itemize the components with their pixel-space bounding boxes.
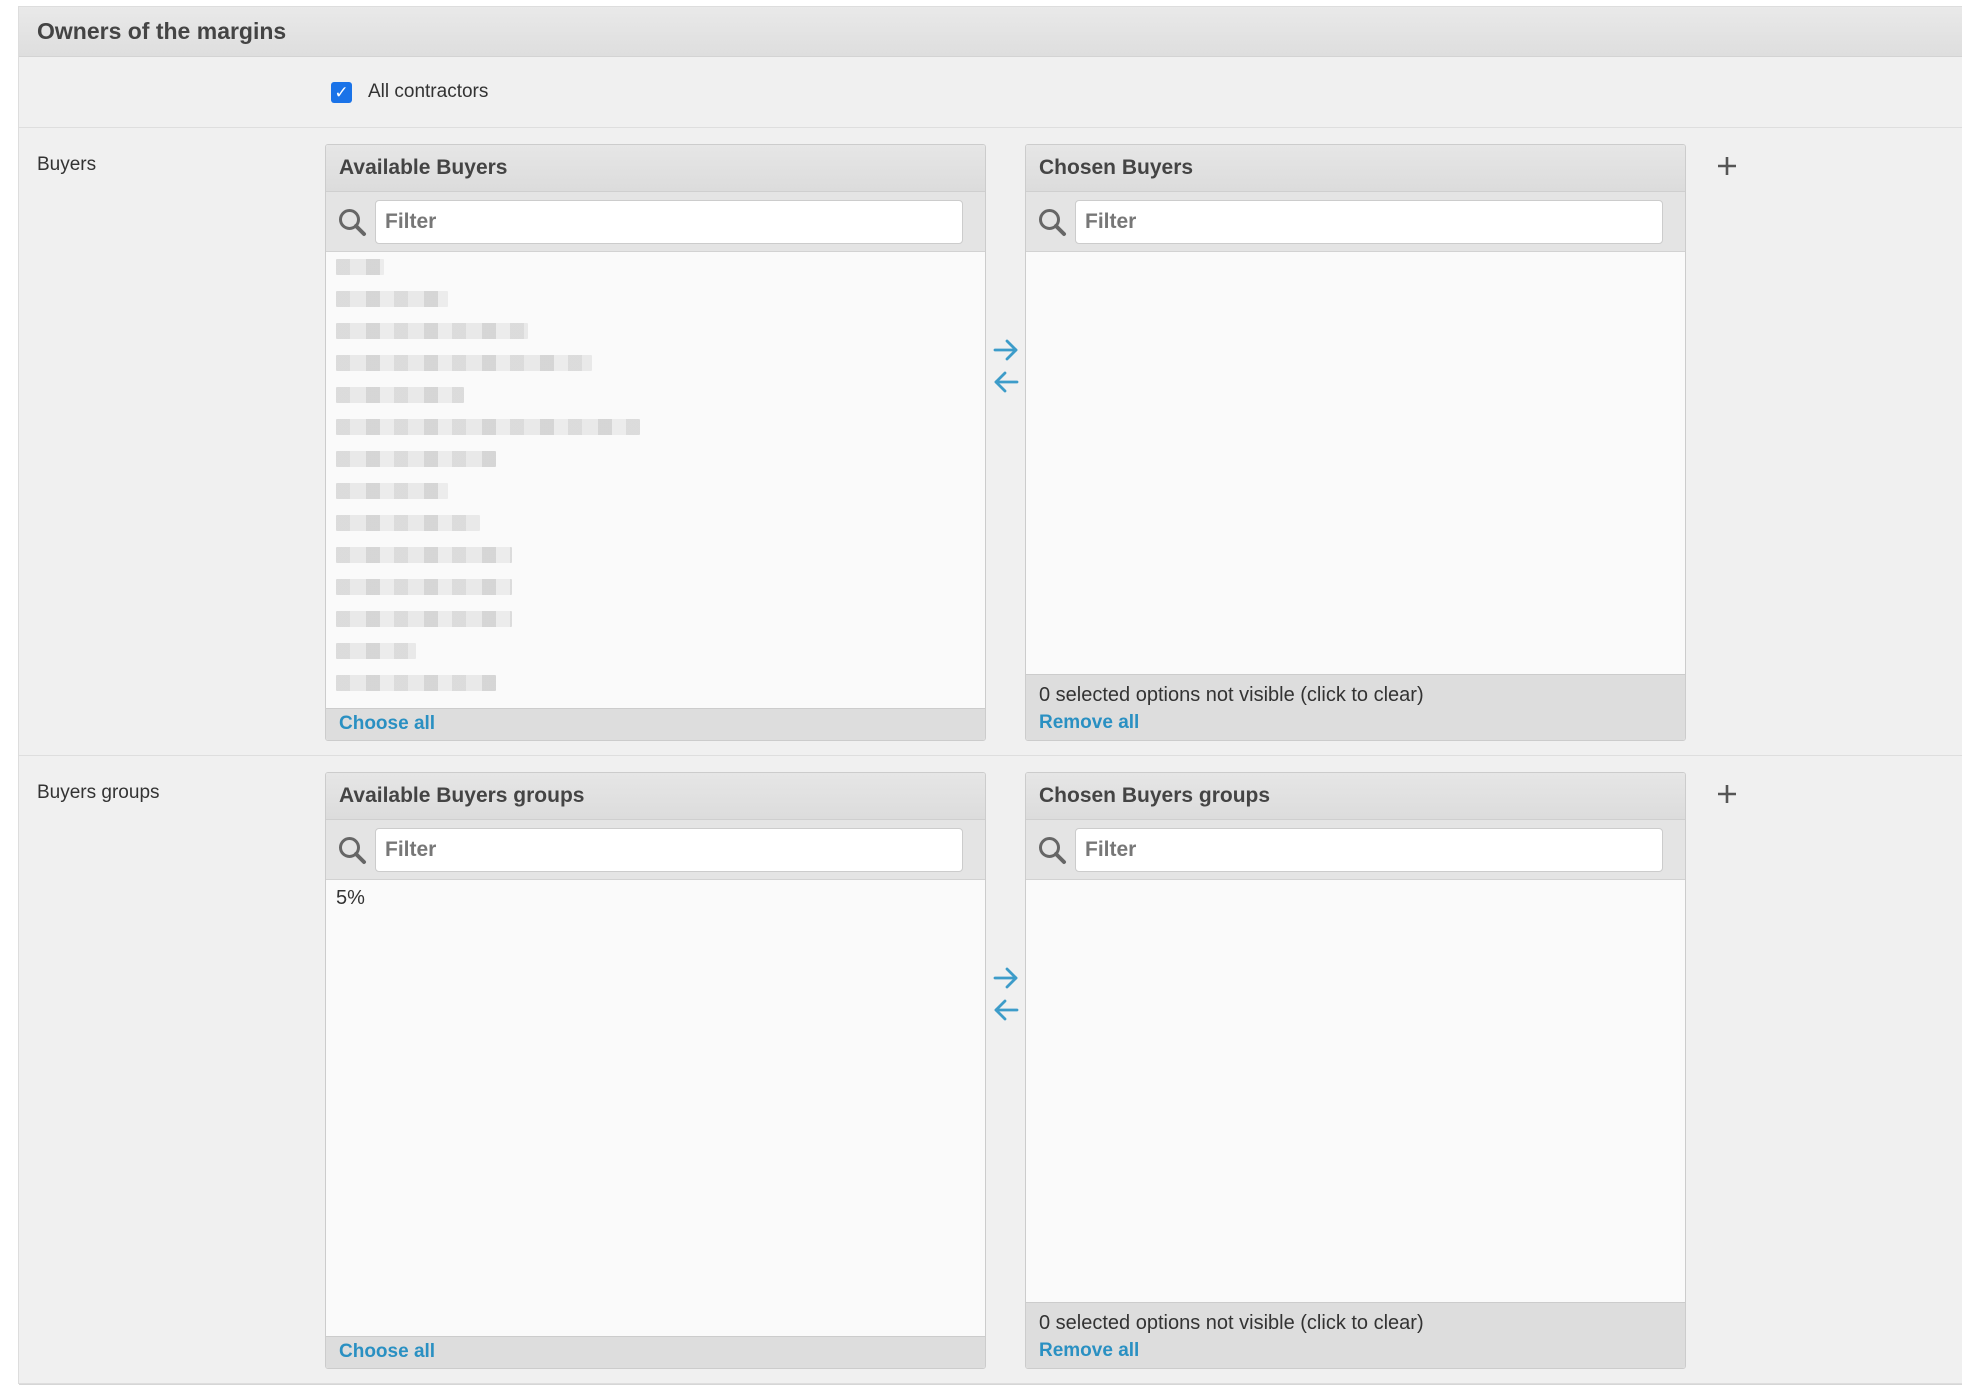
list-item[interactable] [336, 291, 448, 307]
available-buyers-groups-list[interactable]: 5% [326, 881, 985, 1335]
list-item[interactable] [336, 611, 512, 627]
buyers-groups-row: Buyers groups Available Buyers groups 5%… [19, 756, 1962, 1385]
search-icon [339, 209, 366, 236]
available-buyers-list[interactable] [326, 253, 985, 707]
hidden-selected-note[interactable]: 0 selected options not visible (click to… [1039, 682, 1685, 708]
available-buyers-groups-title: Available Buyers groups [326, 773, 985, 820]
contractors-row: ✓ All contractors [19, 58, 1962, 128]
list-item[interactable] [336, 675, 496, 691]
choose-all-buyers-groups-link[interactable]: Choose all [339, 1337, 435, 1367]
buyers-row: Buyers Available Buyers Filter Choose al… [19, 128, 1962, 756]
owners-of-margins-panel: Owners of the margins ✓ All contractors … [18, 6, 1962, 1385]
buyers-groups-move-controls [993, 966, 1019, 1030]
available-buyers-groups-filter-input[interactable] [375, 828, 963, 872]
list-item[interactable] [336, 579, 512, 595]
list-item[interactable]: 5% [326, 881, 985, 916]
chosen-buyers-groups-list[interactable] [1026, 881, 1685, 1303]
list-item[interactable] [336, 515, 480, 531]
available-buyers-groups-footer: Choose all [326, 1336, 985, 1368]
buyers-row-label: Buyers [37, 154, 97, 175]
chosen-buyers-groups-filter-bar [1026, 820, 1685, 880]
available-buyers-groups-filter-bar [326, 820, 985, 880]
list-item[interactable] [336, 387, 464, 403]
list-item[interactable] [336, 643, 416, 659]
list-item[interactable] [336, 259, 384, 275]
available-buyers-filter-input[interactable] [375, 200, 963, 244]
chosen-buyers-groups-title: Chosen Buyers groups [1026, 773, 1685, 820]
chosen-buyers-filter-bar [1026, 192, 1685, 252]
buyers-groups-row-label: Buyers groups [37, 782, 160, 803]
chosen-buyers-groups-selector: Chosen Buyers groups 0 selected options … [1025, 772, 1686, 1369]
available-buyers-title: Available Buyers [326, 145, 985, 192]
buyers-move-controls [993, 338, 1019, 402]
list-item[interactable] [336, 451, 496, 467]
chosen-buyers-title: Chosen Buyers [1026, 145, 1685, 192]
remove-all-buyers-link[interactable]: Remove all [1039, 708, 1139, 738]
search-icon [339, 837, 366, 864]
all-contractors-toggle[interactable]: ✓ All contractors [331, 81, 488, 103]
list-item[interactable] [336, 483, 448, 499]
list-item[interactable] [336, 323, 528, 339]
chosen-buyers-filter-input[interactable] [1075, 200, 1663, 244]
search-icon [1039, 837, 1066, 864]
list-item[interactable] [336, 355, 592, 371]
arrow-left-icon[interactable] [993, 998, 1019, 1022]
chosen-buyers-footer: 0 selected options not visible (click to… [1026, 674, 1685, 740]
hidden-selected-note[interactable]: 0 selected options not visible (click to… [1039, 1310, 1685, 1336]
all-contractors-checkbox[interactable]: ✓ [331, 81, 352, 103]
search-icon [1039, 209, 1066, 236]
available-buyers-selector: Available Buyers Filter Choose all [325, 144, 986, 741]
arrow-right-icon[interactable] [993, 338, 1019, 362]
panel-title: Owners of the margins [19, 7, 1962, 57]
available-buyers-filter-bar [326, 192, 985, 252]
list-item[interactable] [336, 419, 640, 435]
available-buyers-footer: Choose all [326, 708, 985, 740]
remove-all-buyers-groups-link[interactable]: Remove all [1039, 1336, 1139, 1366]
plus-icon[interactable] [1715, 782, 1739, 806]
plus-icon[interactable] [1715, 154, 1739, 178]
available-buyers-groups-selector: Available Buyers groups 5% Choose all [325, 772, 986, 1369]
arrow-left-icon[interactable] [993, 370, 1019, 394]
arrow-right-icon[interactable] [993, 966, 1019, 990]
chosen-buyers-groups-footer: 0 selected options not visible (click to… [1026, 1302, 1685, 1368]
choose-all-buyers-link[interactable]: Choose all [339, 709, 435, 739]
chosen-buyers-selector: Chosen Buyers 0 selected options not vis… [1025, 144, 1686, 741]
list-item[interactable] [336, 547, 512, 563]
chosen-buyers-list[interactable] [1026, 253, 1685, 675]
all-contractors-label[interactable]: All contractors [368, 81, 488, 103]
chosen-buyers-groups-filter-input[interactable] [1075, 828, 1663, 872]
